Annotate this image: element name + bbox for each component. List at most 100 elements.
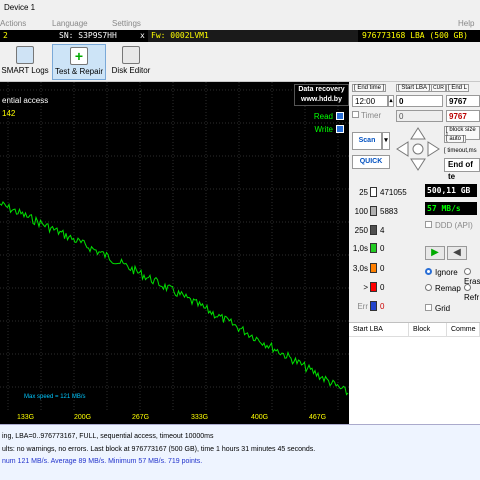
end-time-spin[interactable]: ▴ — [388, 95, 394, 107]
ignore-label: Ignore — [435, 268, 458, 277]
start-lba-field[interactable]: 0 — [396, 95, 443, 107]
remap-option[interactable]: Remap — [425, 284, 461, 293]
scan-controls: [ End time ] 12:00 ▴ Timer [ Start LBA ]… — [349, 82, 480, 184]
menu-settings[interactable]: Settings — [112, 19, 141, 28]
ddd-api-label: DDD (API) — [435, 221, 473, 230]
ignore-option[interactable]: Ignore — [425, 268, 458, 277]
rewind-button[interactable]: ◀ — [447, 246, 467, 260]
read-toggle[interactable]: Read — [314, 112, 344, 121]
scan-dropdown[interactable]: ▾ — [382, 132, 390, 150]
current-speed: 57 MB/s — [425, 202, 477, 215]
smart-logs-button[interactable]: SMART Logs — [0, 44, 50, 80]
ignore-radio[interactable] — [425, 268, 432, 275]
end-of-test-select[interactable]: End of te — [444, 158, 480, 181]
drive-info-bar: 2 SN: S3P9S7HH x Fw: 0002LVM1 976773168 … — [0, 30, 480, 42]
x-tick: 133G — [17, 414, 35, 421]
counter-swatch — [370, 206, 377, 216]
toolbar: SMART Logs + Test & Repair Disk Editor — [0, 42, 480, 82]
grid-toggle[interactable]: Grid — [425, 304, 450, 313]
start-lba-cur[interactable]: CUR — [431, 84, 446, 92]
max-speed-label: Max speed = 121 MB/s — [24, 394, 86, 400]
auto-label[interactable]: [ auto ] — [444, 135, 467, 143]
direction-pad[interactable] — [396, 127, 440, 171]
end-lba-label: [ End L — [446, 84, 470, 92]
play-button[interactable]: ▶ — [425, 246, 445, 260]
grid-label: Grid — [435, 304, 451, 313]
speed-graph-svg — [0, 82, 349, 410]
log-panel: ing, LBA=0..976773167, FULL, sequential … — [0, 424, 480, 480]
window-title: Device 1 — [4, 3, 36, 12]
counter-row: 100 5883 — [354, 206, 398, 216]
refresh-option[interactable]: Refr — [464, 284, 480, 302]
test-repair-icon: + — [70, 47, 88, 65]
logo-line-2: www.hdd.by — [301, 96, 342, 103]
drive-capacity: 976773168 LBA (500 GB) — [362, 31, 468, 40]
erase-radio[interactable] — [464, 268, 471, 275]
disk-editor-button[interactable]: Disk Editor — [108, 44, 154, 80]
read-speed-line — [0, 200, 349, 396]
end-time-field[interactable]: 12:00 — [352, 95, 388, 107]
scan-button[interactable]: Scan — [352, 132, 382, 150]
menu-actions[interactable]: Actions — [0, 19, 26, 28]
logo-line-1: Data recovery — [298, 86, 345, 93]
hddby-logo: Data recovery www.hdd.by — [294, 84, 349, 106]
timer-toggle[interactable]: Timer — [352, 111, 381, 120]
counter-row: 25 471055 — [359, 187, 407, 197]
menu-language[interactable]: Language — [52, 19, 88, 28]
log-line: num 121 MB/s. Average 89 MB/s. Minimum 5… — [2, 458, 203, 465]
ddd-api-toggle[interactable]: DDD (API) — [425, 221, 473, 230]
log-line: ing, LBA=0..976773167, FULL, sequential … — [2, 433, 214, 440]
end-lba-field[interactable]: 9767 — [446, 95, 480, 107]
counter-swatch — [370, 263, 377, 273]
counter-row: >0 — [363, 282, 385, 292]
write-toggle[interactable]: Write — [314, 125, 344, 134]
defects-table: Start LBA Block Comme — [349, 322, 480, 424]
graph-title: ential access — [2, 96, 49, 105]
remap-label: Remap — [435, 284, 461, 293]
x-tick: 467G — [309, 414, 327, 421]
col-start-lba[interactable]: Start LBA — [349, 323, 409, 337]
drive-firmware: Fw: 0002LVM1 — [148, 30, 358, 42]
counter-swatch — [370, 187, 377, 197]
counter-row: 1,0s 0 — [352, 243, 385, 253]
disk-editor-icon — [122, 46, 140, 64]
drive-close-button[interactable]: x — [137, 30, 147, 42]
scanned-size: 500,11 GB — [425, 184, 477, 197]
direction-pad-icon — [396, 127, 440, 171]
counter-row: 3,0s 0 — [352, 263, 385, 273]
quick-button[interactable]: QUICK — [352, 155, 390, 169]
counter-swatch — [370, 301, 377, 311]
write-label: Write — [314, 125, 333, 134]
refresh-label: Refr — [464, 293, 480, 302]
counter-swatch — [370, 282, 377, 292]
menu-bar: Actions Language Settings Help — [0, 18, 480, 30]
ddd-api-checkbox[interactable] — [425, 221, 432, 228]
end-lba-second[interactable]: 9767 — [446, 110, 480, 122]
end-time-label: [ End time ] — [352, 84, 387, 92]
col-block[interactable]: Block — [409, 323, 447, 337]
read-label: Read — [313, 112, 333, 121]
x-tick: 400G — [251, 414, 269, 421]
timeout-label: [ timeout,ms — [444, 148, 477, 154]
counter-row: 250 4 — [354, 225, 385, 235]
grid-checkbox[interactable] — [425, 304, 432, 311]
menu-help[interactable]: Help — [458, 19, 474, 28]
smart-logs-icon — [16, 46, 34, 64]
log-line: ults: no warnings, no errors. Last block… — [2, 446, 316, 453]
counter-swatch — [370, 243, 377, 253]
read-checkbox[interactable] — [336, 112, 344, 120]
timer-checkbox[interactable] — [352, 111, 359, 118]
drive-serial: SN: S3P9S7HH — [56, 30, 136, 42]
block-counters: 25 471055 100 5883 250 4 1,0s 0 3,0s 0 >0 Err… — [349, 184, 480, 322]
disk-editor-label: Disk Editor — [111, 66, 151, 75]
counter-swatch — [370, 225, 377, 235]
counter-row: Err 0 — [357, 301, 385, 311]
write-checkbox[interactable] — [336, 125, 344, 133]
test-repair-button[interactable]: + Test & Repair — [52, 44, 106, 80]
col-comment[interactable]: Comme — [447, 323, 480, 337]
test-repair-label: Test & Repair — [54, 67, 104, 76]
timer-field[interactable]: 0 — [396, 110, 443, 122]
start-lba-label: [ Start LBA ] — [396, 84, 433, 92]
refresh-radio[interactable] — [464, 284, 471, 291]
remap-radio[interactable] — [425, 284, 432, 291]
